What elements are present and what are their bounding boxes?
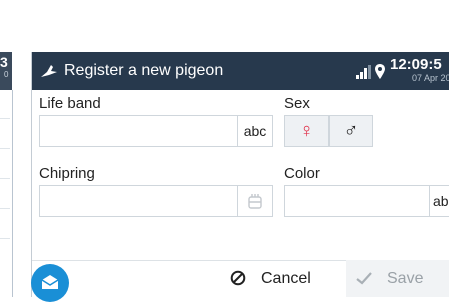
life-band-input[interactable] — [40, 116, 237, 146]
pigeon-icon — [41, 65, 57, 77]
clock-time: 12:09:5 — [390, 56, 442, 73]
color-label: Color — [284, 165, 320, 182]
dialog-title: Register a new pigeon — [64, 62, 224, 79]
sex-female-button[interactable]: ♀ — [284, 115, 329, 147]
background-divider — [0, 148, 10, 149]
color-keyboard-button[interactable]: abc — [429, 185, 449, 217]
cancel-button[interactable]: Cancel — [220, 260, 338, 297]
dialog-titlebar: Register a new pigeon 12:09:5 07 Apr 202 — [32, 52, 449, 90]
chipring-label: Chipring — [39, 165, 95, 182]
sex-label: Sex — [284, 95, 310, 112]
color-input[interactable] — [285, 186, 429, 216]
background-divider — [0, 118, 10, 119]
signal-icon — [356, 65, 371, 79]
mail-fab-button[interactable] — [31, 264, 69, 302]
background-divider — [0, 178, 10, 179]
save-label: Save — [387, 270, 424, 287]
clock-date: 07 Apr 202 — [412, 73, 449, 83]
cancel-label: Cancel — [261, 270, 311, 287]
color-input-wrap — [284, 185, 429, 217]
background-sub: 0 — [4, 70, 9, 79]
background-divider — [0, 208, 10, 209]
check-icon — [356, 272, 372, 285]
chipring-input[interactable] — [40, 186, 237, 216]
background-panel: 3 0 — [0, 0, 14, 297]
life-band-label: Life band — [39, 95, 101, 112]
background-list — [0, 90, 13, 297]
register-pigeon-dialog: Register a new pigeon 12:09:5 07 Apr 202… — [31, 52, 449, 297]
background-number: 3 — [0, 54, 8, 70]
cancel-icon — [230, 270, 246, 286]
background-divider — [0, 238, 10, 239]
chipring-input-wrap — [39, 185, 237, 217]
location-icon — [375, 64, 385, 79]
chip-reader-button[interactable] — [237, 185, 273, 217]
life-band-keyboard-button[interactable]: abc — [237, 115, 273, 147]
chip-reader-icon — [248, 194, 262, 209]
save-button[interactable]: Save — [346, 260, 449, 297]
mail-icon — [41, 275, 59, 289]
life-band-input-wrap — [39, 115, 237, 147]
sex-male-button[interactable]: ♂ — [329, 115, 373, 147]
